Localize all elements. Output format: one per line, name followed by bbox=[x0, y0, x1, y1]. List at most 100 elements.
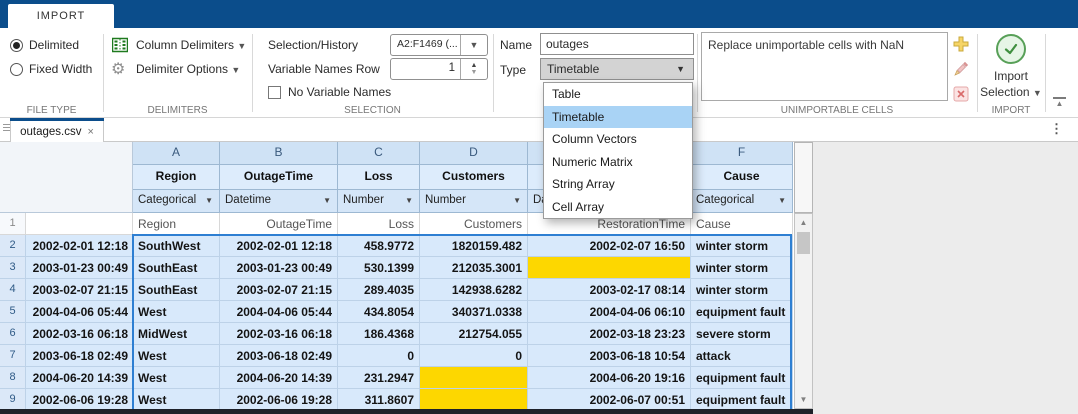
grid-cell[interactable]: Loss bbox=[338, 213, 420, 235]
scroll-up-icon[interactable]: ▲ bbox=[795, 218, 812, 227]
grid-cell[interactable]: 340371.0338 bbox=[420, 301, 528, 323]
close-icon[interactable]: × bbox=[87, 126, 93, 138]
row-time[interactable]: 2004-04-06 05:44 bbox=[26, 301, 133, 323]
grid-cell[interactable]: OutageTime bbox=[220, 213, 338, 235]
import-selection-button[interactable]: Import Selection ▼ bbox=[977, 68, 1045, 101]
grid-cell[interactable] bbox=[420, 389, 528, 409]
column-delimiters-button[interactable]: Column Delimiters ▼ bbox=[136, 38, 246, 52]
column-name-cause[interactable]: Cause bbox=[691, 165, 793, 190]
spinner-buttons[interactable]: ▲▼ bbox=[460, 59, 487, 79]
grid-cell[interactable]: 186.4368 bbox=[338, 323, 420, 345]
variable-names-row-spinner[interactable]: 1 ▲▼ bbox=[390, 58, 488, 80]
grid-cell[interactable]: 1820159.482 bbox=[420, 235, 528, 257]
type-option-timetable[interactable]: Timetable bbox=[544, 106, 692, 129]
row-number[interactable]: 7 bbox=[0, 345, 26, 367]
grid-cell[interactable]: 2004-06-20 19:16 bbox=[528, 367, 691, 389]
grid-cell[interactable]: winter storm bbox=[691, 257, 793, 279]
type-option-numeric-matrix[interactable]: Numeric Matrix bbox=[544, 151, 692, 174]
column-type-selector[interactable]: Categorical▼ bbox=[691, 190, 793, 213]
spinner-up-icon[interactable]: ▲ bbox=[471, 62, 478, 69]
row-time[interactable]: 2003-06-18 02:49 bbox=[26, 345, 133, 367]
column-letter-a[interactable]: A bbox=[133, 142, 220, 165]
column-type-selector[interactable]: Number▼ bbox=[420, 190, 528, 213]
grid-cell[interactable]: 2003-02-17 08:14 bbox=[528, 279, 691, 301]
grid-cell[interactable]: SouthWest bbox=[133, 235, 220, 257]
column-name-outagetime[interactable]: OutageTime bbox=[220, 165, 338, 190]
grid-cell[interactable]: attack bbox=[691, 345, 793, 367]
column-letter-b[interactable]: B bbox=[220, 142, 338, 165]
column-type-selector[interactable]: Number▼ bbox=[338, 190, 420, 213]
grid-cell[interactable]: 2003-06-18 02:49 bbox=[220, 345, 338, 367]
row-number[interactable]: 5 bbox=[0, 301, 26, 323]
grid-cell[interactable]: equipment fault bbox=[691, 367, 793, 389]
column-letter-f[interactable]: F bbox=[691, 142, 793, 165]
grid-cell[interactable]: 2002-06-06 19:28 bbox=[220, 389, 338, 409]
grid-cell[interactable]: winter storm bbox=[691, 279, 793, 301]
grid-cell[interactable]: 2002-02-07 16:50 bbox=[528, 235, 691, 257]
delete-rule-button[interactable] bbox=[951, 84, 971, 104]
grid-cell[interactable]: 142938.6282 bbox=[420, 279, 528, 301]
grid-cell[interactable]: 2003-02-07 21:15 bbox=[220, 279, 338, 301]
no-variable-names-checkbox[interactable] bbox=[268, 86, 281, 99]
grid-cell[interactable]: 2003-01-23 00:49 bbox=[220, 257, 338, 279]
row-time[interactable]: 2003-01-23 00:49 bbox=[26, 257, 133, 279]
grid-cell[interactable]: West bbox=[133, 301, 220, 323]
grid-cell[interactable]: 530.1399 bbox=[338, 257, 420, 279]
delimiter-options-button[interactable]: Delimiter Options ▼ bbox=[136, 62, 240, 76]
row-number[interactable]: 2 bbox=[0, 235, 26, 257]
radio-delimited[interactable] bbox=[10, 39, 23, 52]
type-combo[interactable]: Timetable ▼ bbox=[540, 58, 694, 80]
grid-cell[interactable]: 2002-06-07 00:51 bbox=[528, 389, 691, 409]
grid-cell[interactable]: equipment fault bbox=[691, 301, 793, 323]
column-name-region[interactable]: Region bbox=[133, 165, 220, 190]
grid-cell[interactable]: MidWest bbox=[133, 323, 220, 345]
grid-cell[interactable]: 311.8607 bbox=[338, 389, 420, 409]
grid-cell[interactable]: equipment fault bbox=[691, 389, 793, 409]
grid-cell[interactable]: SouthEast bbox=[133, 279, 220, 301]
grid-cell[interactable]: 231.2947 bbox=[338, 367, 420, 389]
row-number[interactable]: 6 bbox=[0, 323, 26, 345]
column-name-customers[interactable]: Customers bbox=[420, 165, 528, 190]
row-time[interactable]: 2004-06-20 14:39 bbox=[26, 367, 133, 389]
grid-cell[interactable]: 2002-03-18 23:23 bbox=[528, 323, 691, 345]
selection-history-dropdown-button[interactable]: ▼ bbox=[460, 35, 487, 55]
grid-cell[interactable]: 2004-06-20 14:39 bbox=[220, 367, 338, 389]
tab-outages-csv[interactable]: outages.csv × bbox=[10, 121, 104, 142]
row-number[interactable]: 1 bbox=[0, 213, 26, 235]
name-input[interactable]: outages bbox=[540, 33, 694, 55]
tab-overflow-menu-icon[interactable]: ⋮ bbox=[1050, 121, 1063, 137]
grid-cell[interactable] bbox=[528, 257, 691, 279]
grid-cell[interactable]: winter storm bbox=[691, 235, 793, 257]
grid-cell[interactable]: 434.8054 bbox=[338, 301, 420, 323]
type-option-string-array[interactable]: String Array bbox=[544, 173, 692, 196]
radio-fixed-width[interactable] bbox=[10, 63, 23, 76]
row-time[interactable]: 2003-02-07 21:15 bbox=[26, 279, 133, 301]
column-letter-c[interactable]: C bbox=[338, 142, 420, 165]
grid-cell[interactable]: West bbox=[133, 367, 220, 389]
collapse-toolstrip-button[interactable]: ▲ bbox=[1053, 97, 1066, 108]
grid-cell[interactable]: 2002-03-16 06:18 bbox=[220, 323, 338, 345]
grid-cell[interactable]: SouthEast bbox=[133, 257, 220, 279]
spinner-down-icon[interactable]: ▼ bbox=[471, 69, 478, 76]
tab-import[interactable]: IMPORT bbox=[8, 4, 114, 28]
selection-history-combo[interactable]: A2:F1469 (... ▼ bbox=[390, 34, 488, 56]
unimportable-rules-box[interactable]: Replace unimportable cells with NaN bbox=[701, 32, 948, 101]
row-number[interactable]: 8 bbox=[0, 367, 26, 389]
row-time[interactable] bbox=[26, 213, 133, 235]
row-number[interactable]: 4 bbox=[0, 279, 26, 301]
column-name-loss[interactable]: Loss bbox=[338, 165, 420, 190]
row-time[interactable]: 2002-06-06 19:28 bbox=[26, 389, 133, 409]
grid-cell[interactable]: West bbox=[133, 389, 220, 409]
edit-rule-button[interactable] bbox=[951, 59, 971, 79]
grid-cell[interactable]: Cause bbox=[691, 213, 793, 235]
row-time[interactable]: 2002-02-01 12:18 bbox=[26, 235, 133, 257]
vertical-scrollbar[interactable]: ▲ ▼ bbox=[794, 213, 813, 409]
grid-cell[interactable]: severe storm bbox=[691, 323, 793, 345]
row-number[interactable]: 9 bbox=[0, 389, 26, 409]
grid-cell[interactable]: 2003-06-18 10:54 bbox=[528, 345, 691, 367]
type-option-table[interactable]: Table bbox=[544, 83, 692, 106]
grid-cell[interactable]: 212035.3001 bbox=[420, 257, 528, 279]
grid-cell[interactable]: 0 bbox=[338, 345, 420, 367]
grid-cell[interactable]: 458.9772 bbox=[338, 235, 420, 257]
row-number[interactable]: 3 bbox=[0, 257, 26, 279]
